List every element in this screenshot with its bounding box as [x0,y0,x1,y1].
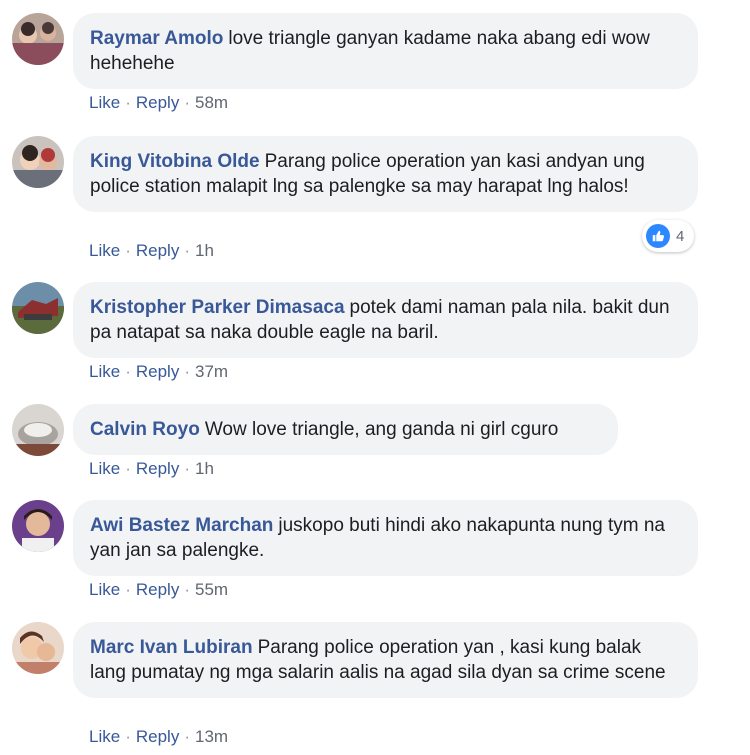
comment-author[interactable]: Kristopher Parker Dimasaca [90,297,345,318]
avatar[interactable] [12,500,64,552]
separator: · [184,241,190,260]
separator: · [125,362,131,381]
comment-actions: Like · Reply · 1h [89,459,214,479]
comment-timestamp[interactable]: 1h [195,459,214,478]
avatar[interactable] [12,282,64,334]
like-link[interactable]: Like [89,459,120,478]
comment-bubble: Raymar Amolo love triangle ganyan kadame … [73,13,698,89]
avatar[interactable] [12,404,64,456]
comment-timestamp[interactable]: 58m [195,93,228,112]
comment-author[interactable]: Awi Bastez Marchan [90,515,273,536]
comment-actions: Like · Reply · 13m [89,727,228,747]
comment-author[interactable]: Raymar Amolo [90,28,223,49]
avatar[interactable] [12,13,64,65]
comment-bubble: Awi Bastez Marchan juskopo buti hindi ako… [73,500,698,576]
comment-timestamp[interactable]: 1h [195,241,214,260]
separator: · [184,362,190,381]
comment-author[interactable]: Calvin Royo [90,419,200,440]
reply-link[interactable]: Reply [136,93,179,112]
like-link[interactable]: Like [89,241,120,260]
comment-timestamp[interactable]: 55m [195,580,228,599]
like-link[interactable]: Like [89,93,120,112]
reply-link[interactable]: Reply [136,727,179,746]
avatar[interactable] [12,136,64,188]
separator: · [125,580,131,599]
comment-actions: Like · Reply · 37m [89,362,228,382]
separator: · [184,727,190,746]
comment-timestamp[interactable]: 37m [195,362,228,381]
comment-bubble: Kristopher Parker Dimasaca potek dami nam… [73,282,698,358]
comment-bubble: Calvin Royo Wow love triangle, ang ganda … [73,404,618,455]
reply-link[interactable]: Reply [136,459,179,478]
comment-actions: Like · Reply · 58m [89,93,228,113]
like-icon [646,224,670,248]
comment-author[interactable]: King Vitobina Olde [90,151,260,172]
reaction-summary[interactable]: 4 [642,220,695,252]
reply-link[interactable]: Reply [136,362,179,381]
reply-link[interactable]: Reply [136,580,179,599]
like-link[interactable]: Like [89,727,120,746]
like-link[interactable]: Like [89,362,120,381]
separator: · [125,727,131,746]
comment-timestamp[interactable]: 13m [195,727,228,746]
comment-text: Wow love triangle, ang ganda ni girl cgu… [204,419,559,440]
comment-bubble: Marc Ivan Lubiran Parang police operation… [73,622,698,698]
separator: · [125,93,131,112]
comment-actions: Like · Reply · 1h [89,241,214,261]
comment-author[interactable]: Marc Ivan Lubiran [90,637,253,658]
separator: · [184,580,190,599]
avatar[interactable] [12,622,64,674]
separator: · [184,93,190,112]
like-link[interactable]: Like [89,580,120,599]
separator: · [184,459,190,478]
separator: · [125,241,131,260]
separator: · [125,459,131,478]
comment-bubble: King Vitobina Olde Parang police operatio… [73,136,698,212]
reply-link[interactable]: Reply [136,241,179,260]
comment-actions: Like · Reply · 55m [89,580,228,600]
reaction-count: 4 [676,227,685,245]
